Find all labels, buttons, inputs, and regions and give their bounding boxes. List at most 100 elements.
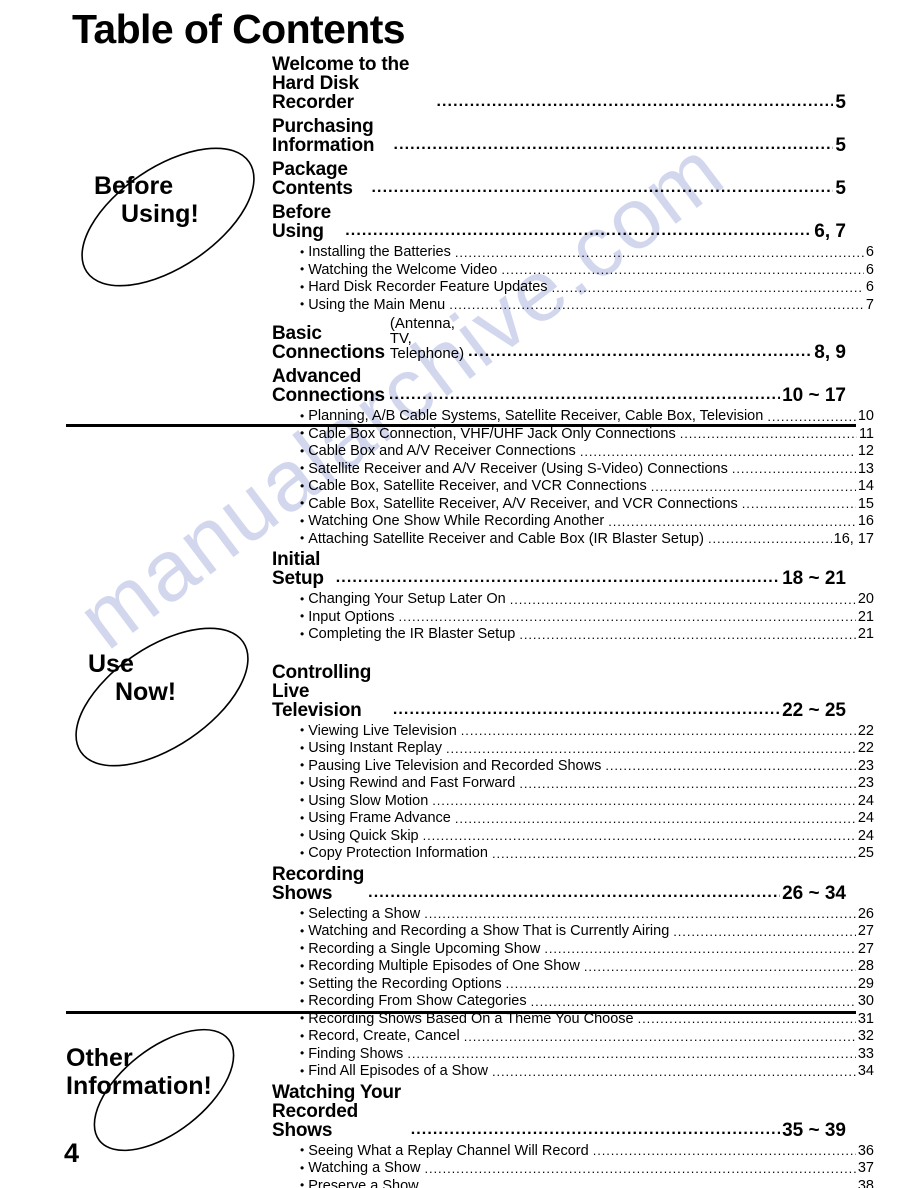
- toc-entry-page: 21: [857, 608, 874, 625]
- toc-entry-page: 14: [857, 478, 874, 494]
- side-tab-line-1: Other: [66, 1044, 133, 1072]
- toc-subentry[interactable]: • Satellite Receiver and A/V Receiver (Us…: [272, 461, 874, 478]
- toc-subentry[interactable]: • Watching the Welcome Video.............…: [272, 262, 874, 279]
- toc-entry[interactable]: Initial Setup...........................…: [272, 550, 846, 590]
- dot-leader: ........................................…: [530, 994, 856, 1009]
- toc-subentry[interactable]: • Preserve a Show........................…: [272, 1177, 874, 1188]
- dot-leader: ........................................…: [491, 846, 856, 861]
- toc-subentry[interactable]: • Input Options..........................…: [272, 608, 874, 626]
- dot-leader: ........................................…: [392, 701, 781, 718]
- toc-entry-page: 26: [857, 905, 874, 922]
- toc-subentry[interactable]: • Hard Disk Recorder Feature Updates.....…: [272, 280, 874, 296]
- bullet-icon: •: [300, 1143, 305, 1157]
- toc-subentry[interactable]: • Find All Episodes of a Show............…: [272, 1064, 874, 1080]
- toc-subentry[interactable]: • Recording Multiple Episodes of One Show…: [272, 959, 874, 975]
- toc-subentry[interactable]: • Recording Shows Based On a Theme You Ch…: [272, 1011, 874, 1028]
- toc-subentry[interactable]: • Watching a Show........................…: [272, 1161, 874, 1177]
- toc-entry-page: 20: [857, 591, 874, 607]
- toc-subentry[interactable]: • Cable Box, Satellite Receiver, and VCR …: [272, 479, 874, 495]
- toc-entry-label: Advanced Connections: [272, 366, 385, 406]
- toc-entry-label: Using Frame Advance: [308, 810, 451, 826]
- toc-subentry[interactable]: • Installing the Batteries...............…: [272, 245, 874, 261]
- dot-leader: ........................................…: [432, 794, 856, 808]
- toc-group-use-now: Controlling Live Television.............…: [272, 663, 874, 1188]
- bullet-icon: •: [300, 279, 305, 294]
- toc-entry[interactable]: Controlling Live Television.............…: [272, 663, 846, 722]
- toc-subentry[interactable]: • Using Rewind and Fast Forward..........…: [272, 776, 874, 792]
- toc-subentry[interactable]: • Watching One Show While Recording Anoth…: [272, 514, 874, 530]
- toc-subentry[interactable]: • Setting the Recording Options..........…: [272, 976, 874, 993]
- toc-subentry[interactable]: • Copy Protection Information............…: [272, 846, 874, 862]
- toc-subentry[interactable]: • Completing the IR Blaster Setup........…: [272, 627, 874, 643]
- toc-subentry[interactable]: • Cable Box Connection, VHF/UHF Jack Only…: [272, 425, 874, 443]
- toc-entry-label: Copy Protection Information: [308, 845, 488, 861]
- toc-subentry[interactable]: • Changing Your Setup Later On...........…: [272, 592, 874, 608]
- toc-subentry[interactable]: • Finding Shows..........................…: [272, 1046, 874, 1063]
- bullet-icon: •: [300, 976, 305, 990]
- dot-leader: ........................................…: [422, 1179, 856, 1188]
- toc-entry-page: 23: [857, 775, 874, 791]
- dot-leader: ........................................…: [463, 1029, 856, 1044]
- toc-entry-label: Cable Box Connection, VHF/UHF Jack Only …: [308, 425, 676, 442]
- toc-entry[interactable]: Watching Your Recorded Shows............…: [272, 1083, 846, 1142]
- bullet-icon: •: [300, 1046, 305, 1060]
- toc-subentry[interactable]: • Using the Main Menu....................…: [272, 297, 874, 314]
- toc-entry-page: 35 ~ 39: [782, 1119, 846, 1141]
- toc-subentry[interactable]: • Attaching Satellite Receiver and Cable …: [272, 530, 874, 548]
- bullet-icon: •: [300, 513, 305, 528]
- toc-entry-page: 30: [857, 993, 874, 1009]
- dot-leader: ........................................…: [544, 942, 856, 956]
- toc-subentry[interactable]: • Using Frame Advance....................…: [272, 811, 874, 827]
- toc-entry-page: 26 ~ 34: [782, 882, 846, 904]
- toc-subentry[interactable]: • Record, Create, Cancel.................…: [272, 1029, 874, 1045]
- bullet-icon: •: [300, 775, 305, 790]
- toc-subentry[interactable]: • Recording a Single Upcoming Show.......…: [272, 941, 874, 958]
- toc-entry[interactable]: Advanced Connections....................…: [272, 367, 846, 407]
- toc-subentry[interactable]: • Planning, A/B Cable Systems, Satellite …: [272, 409, 874, 425]
- toc-entry-label: Preserve a Show: [308, 1177, 419, 1188]
- bullet-icon: •: [300, 810, 305, 825]
- toc-subentry[interactable]: • Pausing Live Television and Recorded Sh…: [272, 758, 874, 775]
- toc-entry-page: 32: [857, 1028, 874, 1044]
- dot-leader: ........................................…: [505, 977, 856, 991]
- bullet-icon: •: [300, 906, 305, 920]
- bullet-icon: •: [300, 531, 305, 545]
- bullet-icon: •: [300, 426, 305, 440]
- bullet-icon: •: [300, 1063, 305, 1078]
- dot-leader: ........................................…: [741, 497, 856, 511]
- dot-leader: ........................................…: [767, 409, 856, 424]
- toc-subentry[interactable]: • Viewing Live Television................…: [272, 723, 874, 740]
- bullet-icon: •: [300, 443, 305, 458]
- bullet-icon: •: [300, 758, 305, 772]
- toc-subentry[interactable]: • Cable Box, Satellite Receiver, A/V Rece…: [272, 495, 874, 513]
- toc-subentry[interactable]: • Seeing What a Replay Channel Will Recor…: [272, 1143, 874, 1160]
- toc-subentry[interactable]: • Watching and Recording a Show That is C…: [272, 924, 874, 940]
- toc-subentry[interactable]: • Using Instant Replay...................…: [272, 741, 874, 757]
- toc-subentry[interactable]: • Using Quick Skip.......................…: [272, 828, 874, 845]
- toc-entry-label: Watching and Recording a Show That is Cu…: [308, 923, 670, 939]
- toc-subentry[interactable]: • Using Slow Motion......................…: [272, 792, 874, 810]
- toc-entry-page: 37: [857, 1160, 874, 1176]
- toc-entry-page: 10: [857, 408, 874, 424]
- side-tab-label: Other Information!: [66, 1044, 212, 1100]
- dot-leader: ........................................…: [460, 724, 856, 738]
- toc-entry[interactable]: Purchasing Information..................…: [272, 117, 846, 157]
- toc-subentry[interactable]: • Selecting a Show.......................…: [272, 905, 874, 923]
- toc-subentry[interactable]: • Recording From Show Categories.........…: [272, 994, 874, 1010]
- toc-entry-label: Completing the IR Blaster Setup: [308, 626, 516, 642]
- toc-entry-page: 34: [857, 1063, 874, 1079]
- toc-entry[interactable]: Welcome to the Hard Disk Recorder.......…: [272, 55, 846, 114]
- toc-entry-page: 21: [857, 626, 874, 642]
- dot-leader: ........................................…: [608, 514, 856, 529]
- toc-entry[interactable]: Package Contents........................…: [272, 160, 846, 200]
- toc-entry[interactable]: Before Using............................…: [272, 203, 846, 243]
- toc-entry[interactable]: Recording Shows.........................…: [272, 865, 846, 905]
- toc-entry-page: 16, 17: [833, 530, 874, 547]
- dot-leader: ........................................…: [637, 1012, 856, 1026]
- side-tab-line-2: Information!: [66, 1072, 212, 1100]
- toc-entry-label: Cable Box, Satellite Receiver, A/V Recei…: [308, 495, 738, 512]
- toc-entry[interactable]: Basic Connections (Antenna, TV, Telephone…: [272, 316, 846, 364]
- toc-entry-page: 24: [857, 792, 874, 809]
- toc-subentry[interactable]: • Cable Box and A/V Receiver Connections.…: [272, 444, 874, 460]
- bullet-icon: •: [300, 941, 305, 955]
